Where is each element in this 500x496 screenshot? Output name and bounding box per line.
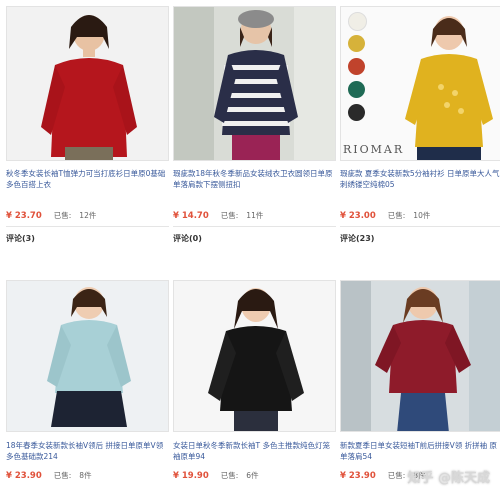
- divider: [6, 226, 169, 227]
- striped-top: [214, 50, 298, 135]
- divider: [340, 226, 500, 227]
- product-title[interactable]: 18年春季女装新款长袖V领后 拼接日单原单V领多色基础款214: [6, 440, 169, 462]
- price-row: ¥ 23.00 已售: 10件: [340, 210, 500, 222]
- price: ¥ 23.70: [6, 211, 42, 221]
- price-row: ¥ 19.90 已售: 6件: [173, 470, 336, 482]
- reviews-link[interactable]: 评论(0): [173, 233, 202, 244]
- price: ¥ 23.00: [340, 211, 376, 221]
- sold-label: 已售:: [387, 211, 406, 220]
- sold-count: 11件: [246, 211, 264, 220]
- sold-label: 已售:: [53, 471, 72, 480]
- divider: [173, 226, 336, 227]
- watermark: 知乎 @陈天成: [407, 471, 490, 486]
- price-row: ¥ 23.90 已售: 8件: [6, 470, 169, 482]
- product-photo[interactable]: [173, 6, 336, 161]
- sold-label: 已售:: [220, 471, 239, 480]
- product-title[interactable]: 新款夏季日单女装短袖T前后拼接V领 折拼袖 原单落肩54: [340, 440, 500, 462]
- price: ¥ 14.70: [173, 211, 209, 221]
- sold-count: 6件: [246, 471, 259, 480]
- price-row: ¥ 14.70 已售: 11件: [173, 210, 336, 222]
- sold-label: 已售:: [387, 471, 406, 480]
- sold-label: 已售:: [220, 211, 239, 220]
- product-photo[interactable]: RIOMAR: [340, 6, 500, 161]
- price: ¥ 23.90: [6, 471, 42, 481]
- color-swatch[interactable]: [348, 35, 365, 52]
- sold-count: 10件: [413, 211, 431, 220]
- product-title[interactable]: 秋冬季女装长袖T恤弹力可当打底衫日单原0基础多色百搭上衣: [6, 168, 169, 190]
- product-title[interactable]: 瑕疵款 夏季女装新款5分袖衬衫 日单原单大人气刺绣镂空纯棉05: [340, 168, 500, 190]
- sold-label: 已售:: [53, 211, 72, 220]
- color-swatch[interactable]: [348, 58, 365, 75]
- product-photo[interactable]: [6, 280, 169, 432]
- product-title[interactable]: 女装日单秋冬季新款长袖T 多色主推款纯色灯笼袖原单94: [173, 440, 336, 462]
- color-swatch[interactable]: [348, 81, 365, 98]
- price-row: ¥ 23.70 已售: 12件: [6, 210, 169, 222]
- reviews-link[interactable]: 评论(3): [6, 233, 35, 244]
- product-photo[interactable]: [340, 280, 500, 432]
- product-photo[interactable]: [6, 6, 169, 161]
- color-swatch[interactable]: [348, 12, 367, 31]
- brand-logo-text: RIOMAR: [343, 143, 405, 156]
- price: ¥ 19.90: [173, 471, 209, 481]
- price: ¥ 23.90: [340, 471, 376, 481]
- sold-count: 12件: [79, 211, 97, 220]
- product-title[interactable]: 瑕疵款18年秋冬季新品女装绒衣卫衣圆领日单原单落肩款下摆侧扭扣: [173, 168, 336, 190]
- reviews-link[interactable]: 评论(23): [340, 233, 374, 244]
- color-swatch[interactable]: [348, 104, 365, 121]
- product-photo[interactable]: [173, 280, 336, 432]
- sold-count: 8件: [79, 471, 92, 480]
